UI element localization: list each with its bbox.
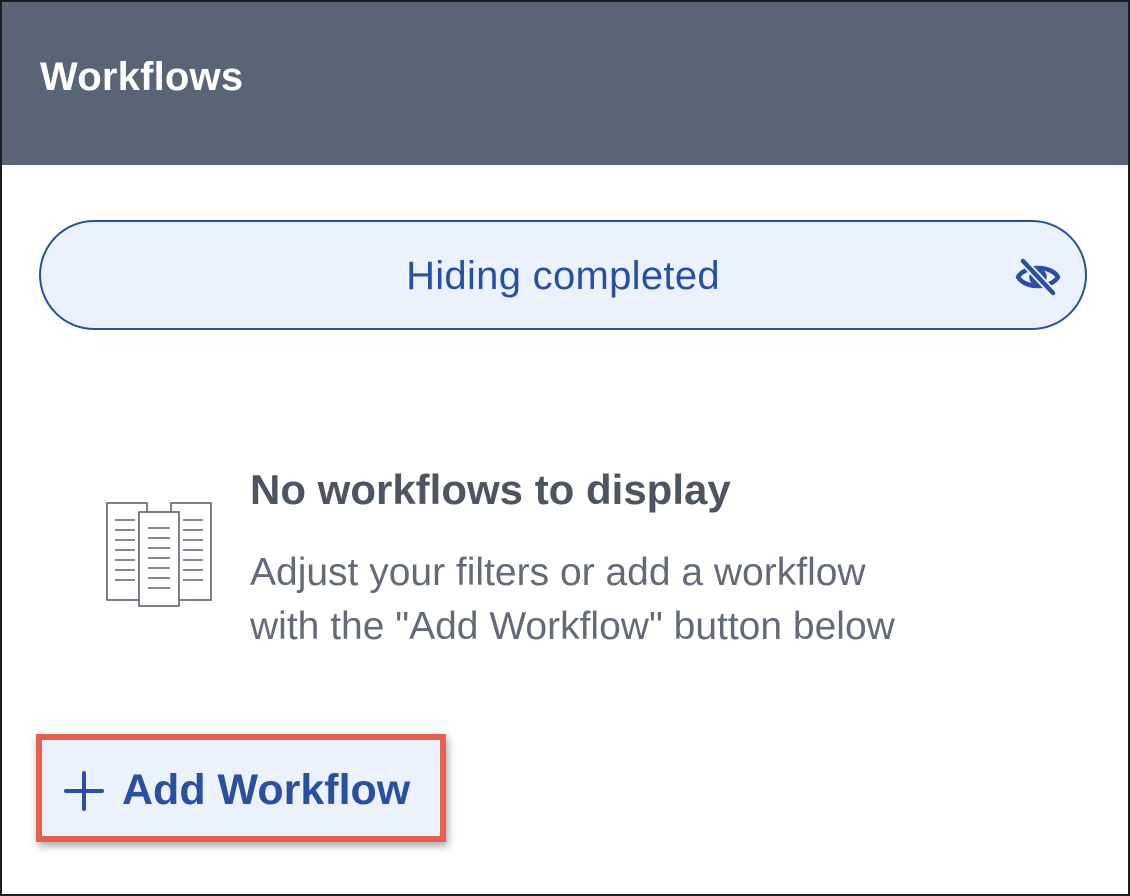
plus-icon xyxy=(64,771,104,811)
empty-state-description-line-1: Adjust your filters or add a workflow xyxy=(250,551,866,594)
app-frame: Workflows Hiding completed No workflows … xyxy=(0,0,1130,896)
hide-completed-label: Hiding completed xyxy=(406,254,720,298)
hide-completed-toggle[interactable]: Hiding completed xyxy=(39,220,1087,330)
header-bar: Workflows xyxy=(2,2,1128,165)
page-title: Workflows xyxy=(40,55,244,99)
empty-state-description: Adjust your filters or add a workflow wi… xyxy=(250,546,1090,654)
add-workflow-button[interactable]: Add Workflow xyxy=(36,734,446,842)
documents-icon xyxy=(106,502,212,607)
eye-off-icon xyxy=(1015,258,1061,296)
empty-state-title: No workflows to display xyxy=(250,466,731,513)
empty-state-description-line-2: with the "Add Workflow" button below xyxy=(250,605,895,648)
add-workflow-label: Add Workflow xyxy=(122,766,411,814)
